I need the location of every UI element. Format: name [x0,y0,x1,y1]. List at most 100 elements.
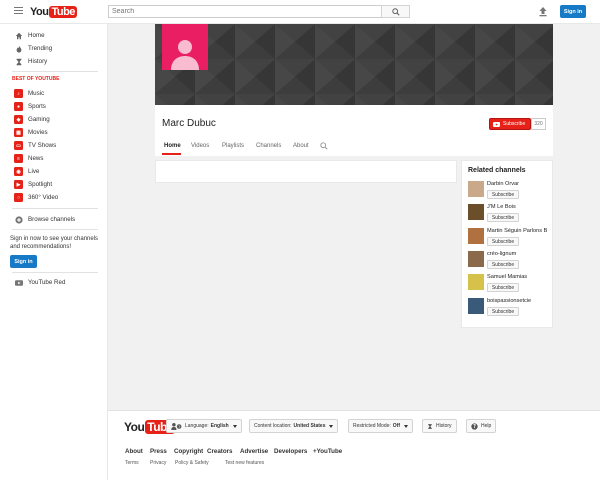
youtube-play-icon [493,121,500,127]
related-channel-thumbnail[interactable] [468,251,484,267]
related-channel-name[interactable]: boispassionsetcie [487,298,547,304]
related-subscribe-button[interactable]: Subscribe [487,260,519,269]
related-channel-thumbnail[interactable] [468,298,484,314]
spotlight-icon: ▶ [14,180,23,189]
related-channel-thumbnail[interactable] [468,228,484,244]
channel-header [155,105,553,156]
guide-item-label: Gaming [28,116,50,123]
footer-link-developers[interactable]: Developers [274,448,307,455]
upload-icon[interactable] [538,6,548,17]
related-channel-name[interactable]: Samuel Mamias [487,274,547,280]
guide-item-label: Home [28,32,45,39]
active-tab-indicator [162,153,181,155]
related-channel-thumbnail[interactable] [468,274,484,290]
language-button[interactable]: ? Language: English [166,419,242,433]
youtube-red-icon [14,278,23,287]
guide-item-label: News [28,155,44,162]
tab-about[interactable]: About [293,143,309,149]
guide-item-label: TV Shows [28,142,57,149]
related-channel-thumbnail[interactable] [468,204,484,220]
tab-videos[interactable]: Videos [191,143,209,149]
related-subscribe-button[interactable]: Subscribe [487,237,519,246]
tab-home[interactable]: Home [164,143,181,149]
channel-avatar[interactable] [162,24,208,70]
guide-item-youtube-red[interactable]: YouTube Red [0,276,108,289]
related-subscribe-button[interactable]: Subscribe [487,190,519,199]
related-channel-name[interactable]: Martin Séguin Parlons Bois [487,228,547,234]
signin-button-top[interactable]: Sign in [560,5,586,18]
help-label: Help [481,423,492,429]
footer-link-about[interactable]: About [125,448,143,455]
related-channels-title: Related channels [468,167,526,174]
guide-item-label: Live [28,168,40,175]
channel-title[interactable]: Marc Dubuc [162,118,216,129]
news-icon: ≡ [14,154,23,163]
guide-item-history[interactable]: History [0,55,108,68]
divider [12,208,98,209]
footer-link-test-new-features[interactable]: Test new features [225,460,264,466]
menu-icon[interactable] [14,7,23,16]
tab-channels[interactable]: Channels [256,143,281,149]
guide-item-music[interactable]: ♪ Music [0,87,108,100]
location-value: United States [293,423,326,429]
channel-search-icon[interactable] [320,142,328,150]
guide-item-gaming[interactable]: ◆ Gaming [0,113,108,126]
related-channel-name[interactable]: Darbin Orvar [487,181,547,187]
guide-item-home[interactable]: Home [0,29,108,42]
related-channel-thumbnail[interactable] [468,181,484,197]
subscribe-button[interactable]: Subscribe [489,118,531,130]
restricted-label: Restricted Mode: [353,423,391,429]
language-icon: ? [171,422,182,430]
footer-link-policy-safety[interactable]: Policy & Safety [175,460,209,466]
divider [12,272,98,273]
guide-item-spotlight[interactable]: ▶ Spotlight [0,178,108,191]
location-label: Content location: [254,423,292,429]
related-channel-name[interactable]: créo-lignum [487,251,547,257]
guide-item-label: Browse channels [28,216,76,223]
guide-item-movies[interactable]: ▦ Movies [0,126,108,139]
guide-item-sports[interactable]: ● Sports [0,100,108,113]
channel-banner [155,24,553,105]
search-button[interactable] [381,5,410,18]
footer-link-press[interactable]: Press [150,448,167,455]
guide-item-live[interactable]: ◉ Live [0,165,108,178]
footer-link-privacy[interactable]: Privacy [150,460,166,466]
related-subscribe-button[interactable]: Subscribe [487,213,519,222]
footer-link-plus-youtube[interactable]: +YouTube [313,448,342,455]
footer-link-creators[interactable]: Creators [207,448,232,455]
youtube-logo[interactable]: You Tube [30,5,77,19]
chevron-down-icon [232,424,237,428]
help-button[interactable]: ? Help [466,419,497,433]
related-subscribe-button[interactable]: Subscribe [487,307,519,316]
guide-item-tv-shows[interactable]: ▭ TV Shows [0,139,108,152]
guide-item-browse-channels[interactable]: Browse channels [0,213,108,226]
footer-link-terms[interactable]: Terms [125,460,139,466]
tab-playlists[interactable]: Playlists [222,143,244,149]
guide-item-label: YouTube Red [28,279,66,286]
search-input[interactable] [108,5,382,18]
chevron-down-icon [404,424,409,428]
svg-text:?: ? [473,424,476,430]
history-label: History [436,423,452,429]
signin-button-sidebar[interactable]: Sign in [10,255,37,268]
guide-item-news[interactable]: ≡ News [0,152,108,165]
restricted-mode-button[interactable]: Restricted Mode: Off [348,419,414,433]
channel-feed-card [155,160,457,183]
guide-item-trending[interactable]: Trending [0,42,108,55]
music-icon: ♪ [14,89,23,98]
360-icon: ○ [14,193,23,202]
chevron-down-icon [329,424,334,428]
sports-icon: ● [14,102,23,111]
home-icon [14,31,23,40]
live-icon: ◉ [14,167,23,176]
footer-link-copyright[interactable]: Copyright [174,448,203,455]
footer-link-advertise[interactable]: Advertise [240,448,268,455]
guide-item-360-video[interactable]: ○ 360° Video [0,191,108,204]
related-channel-name[interactable]: J'M Le Bois [487,204,547,210]
subscribe-label: Subscribe [503,121,526,127]
related-subscribe-button[interactable]: Subscribe [487,283,519,292]
content-location-button[interactable]: Content location: United States [249,419,339,433]
logo-tube-text: Tube [49,6,77,18]
gaming-icon: ◆ [14,115,23,124]
history-button[interactable]: History [422,419,457,433]
